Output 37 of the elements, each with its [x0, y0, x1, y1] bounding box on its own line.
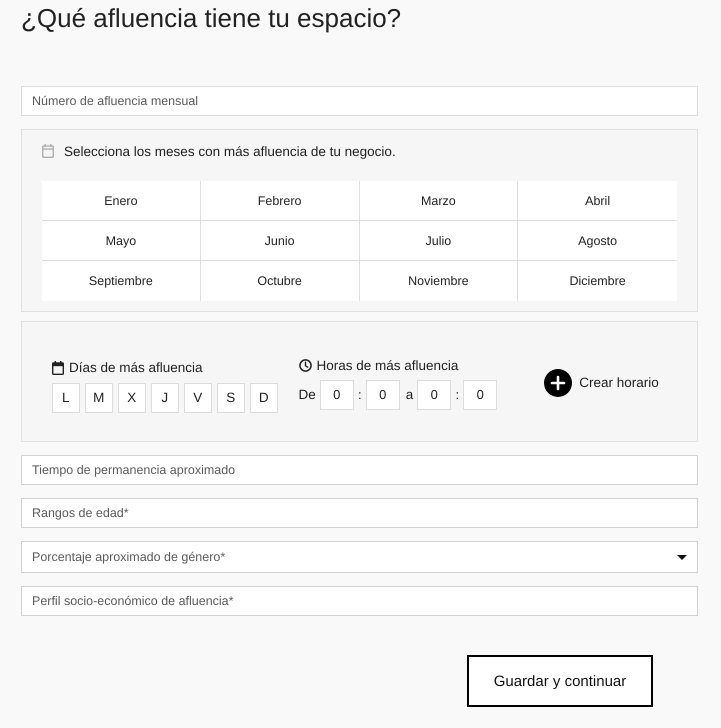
time-separator: :	[454, 387, 460, 402]
hour-input[interactable]: 0	[320, 380, 354, 410]
calendar-icon	[52, 360, 64, 374]
month-option[interactable]: Marzo	[360, 181, 518, 221]
month-option[interactable]: Mayo	[42, 221, 201, 261]
month-option[interactable]: Julio	[360, 221, 518, 261]
caret-icon	[677, 554, 687, 560]
day-toggle[interactable]: D	[250, 382, 278, 412]
time-separator: :	[356, 387, 363, 402]
day-toggle[interactable]: J	[151, 382, 178, 412]
input-field[interactable]: Rangos de edad*	[21, 498, 698, 528]
day-toggle[interactable]: L	[52, 382, 80, 412]
clock-icon	[298, 359, 312, 372]
month-option[interactable]: Febrero	[200, 181, 360, 221]
month-option[interactable]: Junio	[200, 221, 360, 261]
day-toggle[interactable]: S	[217, 382, 244, 412]
plus-icon	[544, 368, 572, 396]
hours-label: Horas de más afluencia	[316, 358, 458, 373]
months-prompt: Selecciona los meses con más afluencia de tu negocio.	[64, 144, 396, 158]
from-label: De	[298, 387, 316, 402]
page-title: ¿Qué afluencia tiene tu espacio?	[21, 2, 402, 34]
days-label: Días de más afluencia	[69, 360, 203, 375]
month-option[interactable]: Enero	[42, 181, 201, 221]
to-label: a	[406, 387, 414, 402]
save-button[interactable]: Guardar y continuar	[467, 655, 653, 707]
calendar-icon	[42, 144, 54, 158]
add-schedule-button[interactable]: Crear horario	[544, 368, 659, 396]
input-field[interactable]: Perfil socio-económico de afluencia*	[21, 586, 698, 616]
day-toggle[interactable]: V	[184, 382, 212, 412]
minute-input[interactable]: 0	[366, 380, 400, 410]
monthly-traffic-field[interactable]: Número de afluencia mensual	[21, 86, 698, 116]
day-toggle[interactable]: X	[118, 382, 146, 412]
input-field[interactable]: Tiempo de permanencia aproximado	[21, 455, 698, 485]
dropdown-field[interactable]: Porcentaje aproximado de género*	[21, 541, 698, 573]
minute-input[interactable]: 0	[463, 380, 498, 410]
hour-input[interactable]: 0	[417, 380, 452, 410]
day-toggle[interactable]: M	[85, 382, 112, 412]
